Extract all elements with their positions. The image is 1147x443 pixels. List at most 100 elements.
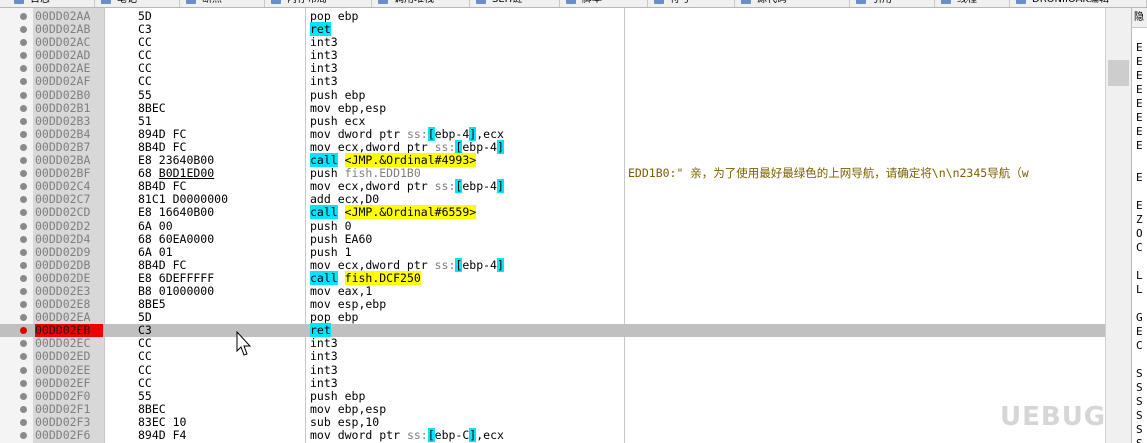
gutter-dot-icon[interactable] bbox=[20, 432, 27, 439]
disasm-row[interactable]: 00DD02D2 6A 00 push 0 bbox=[0, 219, 1105, 233]
instruction-bytes: 68 B0D1ED00 bbox=[138, 166, 215, 181]
gutter-dot-icon[interactable] bbox=[20, 392, 27, 400]
gutter-dot-icon[interactable] bbox=[20, 170, 27, 178]
disasm-row[interactable]: 00DD02AD CC int3 bbox=[0, 49, 1105, 62]
registers-header[interactable]: 隐 bbox=[1132, 8, 1147, 28]
instruction-text: push fish.EDD1B0 bbox=[310, 167, 421, 180]
gutter-dot-icon[interactable] bbox=[20, 366, 27, 374]
tab[interactable]: 引用 bbox=[850, 0, 935, 7]
register-label: G bbox=[1136, 311, 1143, 324]
disasm-row[interactable]: 00DD02B3 51 push ecx bbox=[0, 114, 1105, 128]
registers-panel[interactable]: 隐 EEEEEEEEEEZOCLLGECSSSSSS bbox=[1131, 8, 1147, 443]
gutter-dot-icon[interactable] bbox=[20, 287, 27, 295]
tab[interactable]: SEH链 bbox=[470, 0, 560, 7]
gutter-dot-icon[interactable] bbox=[20, 104, 27, 112]
tab[interactable]: 源代码 bbox=[735, 0, 850, 7]
disasm-row[interactable]: 00DD02AC CC int3 bbox=[0, 36, 1105, 49]
tab[interactable]: 符号 bbox=[648, 0, 735, 7]
gutter-dot-icon[interactable] bbox=[20, 26, 27, 34]
disasm-row[interactable]: 00DD02E8 8BE5 mov esp,ebp bbox=[0, 298, 1105, 311]
instruction-token: ] bbox=[496, 139, 504, 154]
gutter-dot-icon[interactable] bbox=[20, 130, 27, 138]
tab[interactable]: 日志 bbox=[8, 0, 95, 7]
tab-bar: 日志 笔记 断点 内存布局 调用堆栈 SEH链 脚本 符号 源代码 引用 线程 DRONIIOAK编辑 bbox=[0, 0, 1147, 8]
gutter-dot-icon[interactable] bbox=[20, 39, 27, 47]
gutter-dot-icon[interactable] bbox=[20, 301, 27, 309]
disasm-row[interactable]: 00DD02AE CC int3 bbox=[0, 62, 1105, 75]
register-label: Z bbox=[1136, 213, 1143, 226]
disasm-row[interactable]: 00DD02EC CC int3 bbox=[0, 337, 1105, 350]
instruction-token: pop ebp bbox=[310, 310, 359, 325]
disasm-row[interactable]: 00DD02DB 8B4D FC mov ecx,dword ptr ss:[ebp… bbox=[0, 257, 1105, 272]
disasm-row[interactable]: 00DD02AF CC int3 bbox=[0, 75, 1105, 88]
disasm-row[interactable]: 00DD02EE CC int3 bbox=[0, 362, 1105, 377]
tab[interactable]: 内存布局 bbox=[265, 0, 372, 7]
gutter-dot-icon[interactable] bbox=[20, 340, 27, 348]
disasm-row[interactable]: 00DD02AB C3 ret bbox=[0, 22, 1105, 37]
disasm-row[interactable]: 00DD02EF CC int3 bbox=[0, 376, 1105, 390]
gutter-dot-icon[interactable] bbox=[20, 65, 27, 73]
gutter-dot-icon[interactable] bbox=[20, 379, 27, 387]
disasm-row[interactable]: 00DD02D4 68 60EA0000 push EA60 bbox=[0, 231, 1105, 246]
instruction-token: <JMP.&Ordinal#4993> bbox=[344, 153, 477, 168]
gutter-dot-icon[interactable] bbox=[20, 196, 27, 204]
instruction-address: 00DD02D9 bbox=[35, 244, 91, 259]
tab[interactable]: 断点 bbox=[180, 0, 265, 7]
disasm-row[interactable]: 00DD02AA 5D pop ebp bbox=[0, 10, 1105, 23]
instruction-bytes: 68 60EA0000 bbox=[138, 231, 215, 246]
disasm-row[interactable]: 00DD02DE E8 6DEFFFFF call fish.DCF250 bbox=[0, 270, 1105, 285]
tab[interactable]: 调用堆栈 bbox=[372, 0, 470, 7]
gutter-dot-icon[interactable] bbox=[20, 405, 27, 413]
gutter-dot-icon[interactable] bbox=[20, 209, 27, 217]
gutter-dot-icon[interactable] bbox=[20, 52, 27, 60]
gutter-dot-icon[interactable] bbox=[20, 117, 27, 125]
disasm-row[interactable]: 00DD02B0 55 push ebp bbox=[0, 88, 1105, 102]
instruction-token: sub esp,10 bbox=[310, 414, 380, 429]
gutter-dot-icon[interactable] bbox=[20, 183, 27, 191]
tab[interactable]: 脚本 bbox=[560, 0, 648, 7]
instruction-text: mov ebp,esp bbox=[310, 402, 386, 416]
tab[interactable]: DRONIIOAK编辑 bbox=[1010, 0, 1147, 7]
tab[interactable]: 笔记 bbox=[95, 0, 180, 7]
instruction-bytes: E8 6DEFFFFF bbox=[138, 270, 215, 285]
instruction-address: 00DD02AC bbox=[35, 35, 91, 50]
gutter-dot-icon[interactable] bbox=[20, 157, 27, 165]
gutter-dot-icon[interactable] bbox=[20, 235, 27, 243]
disassembly-view[interactable]: 00DD02AA 5D pop ebp 00DD02AB C3 ret 00DD02AC CC… bbox=[0, 10, 1105, 442]
gutter-dot-icon[interactable] bbox=[20, 248, 27, 256]
tab[interactable]: 线程 bbox=[935, 0, 1010, 7]
register-label: O bbox=[1136, 227, 1143, 240]
gutter-dot-icon[interactable] bbox=[20, 13, 27, 20]
gutter-dot-icon[interactable] bbox=[20, 314, 27, 322]
disasm-row[interactable]: 00DD02EA 5D pop ebp bbox=[0, 311, 1105, 324]
gutter-dot-icon[interactable] bbox=[20, 261, 27, 269]
gutter-dot-icon[interactable] bbox=[20, 143, 27, 151]
gutter-dot-icon[interactable] bbox=[20, 274, 27, 282]
instruction-address: 00DD02AD bbox=[35, 48, 91, 63]
vertical-scrollbar[interactable] bbox=[1105, 8, 1132, 443]
instruction-text: mov ecx,dword ptr ss:[ebp-4] bbox=[310, 139, 504, 154]
gutter-dot-icon[interactable] bbox=[20, 418, 27, 426]
disasm-row[interactable]: 00DD02B4 894D FC mov dword ptr ss:[ebp-4],… bbox=[0, 126, 1105, 141]
disasm-row[interactable]: 00DD02CD E8 16640B00 call <JMP.&Ordinal#65… bbox=[0, 205, 1105, 220]
disasm-row[interactable]: 00DD02F0 55 push ebp bbox=[0, 389, 1105, 403]
gutter-dot-icon[interactable] bbox=[20, 222, 27, 230]
gutter-dot-icon[interactable] bbox=[20, 91, 27, 99]
breakpoint-dot-icon[interactable] bbox=[20, 327, 27, 335]
instruction-token: int3 bbox=[310, 35, 338, 50]
tab-icon bbox=[1016, 0, 1026, 4]
gutter-dot-icon[interactable] bbox=[20, 78, 27, 86]
scrollbar-thumb[interactable] bbox=[1108, 60, 1129, 86]
disasm-row[interactable]: 00DD02F1 8BEC mov ebp,esp bbox=[0, 402, 1105, 416]
disasm-row[interactable]: 00DD02B1 8BEC mov ebp,esp bbox=[0, 101, 1105, 115]
instruction-bytes: 5D bbox=[138, 9, 152, 23]
instruction-text: mov ebp,esp bbox=[310, 101, 386, 115]
disasm-row[interactable]: 00DD02F6 894D F4 mov dword ptr ss:[ebp-C],… bbox=[0, 428, 1105, 442]
disasm-row[interactable]: 00DD02D9 6A 01 push 1 bbox=[0, 244, 1105, 259]
disasm-row[interactable]: 00DD02ED CC int3 bbox=[0, 350, 1105, 363]
disasm-row[interactable]: 00DD02EB C3 ret bbox=[0, 323, 1105, 338]
instruction-token: int3 bbox=[310, 362, 338, 377]
gutter-dot-icon[interactable] bbox=[20, 353, 27, 361]
instruction-bytes: CC bbox=[138, 61, 152, 76]
disasm-row[interactable]: 00DD02E3 B8 01000000 mov eax,1 bbox=[0, 284, 1105, 298]
